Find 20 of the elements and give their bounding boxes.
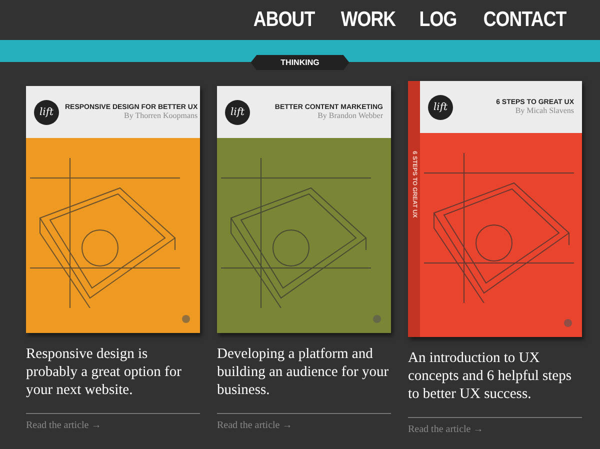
article-summary: Responsive design is probably a great option for your next website.	[26, 345, 182, 400]
logo: lift	[225, 100, 250, 124]
logo: lift	[34, 100, 59, 124]
read-article-link[interactable]: Read the article →	[217, 420, 391, 431]
nav-link[interactable]: WORK	[340, 8, 396, 32]
article-summary: Developing a platform and building an audience for your business.	[217, 345, 390, 400]
nav-link[interactable]: CONTACT	[484, 8, 567, 32]
section-tag: THINKING	[250, 55, 350, 70]
book-author: By Thorren Koopmans	[124, 111, 198, 120]
badge-icon	[564, 319, 572, 327]
nav-link[interactable]: ABOUT	[253, 8, 314, 32]
book-author: By Micah Slavens	[515, 106, 574, 115]
read-article-link[interactable]: Read the article →	[408, 424, 582, 435]
logo: lift	[428, 94, 453, 120]
read-article-link[interactable]: Read the article →	[26, 420, 200, 431]
book-author: By Brandon Webber	[318, 111, 383, 120]
nav-link[interactable]: LOG	[420, 8, 458, 32]
article-summary: An introduction to UX concepts and 6 helpful steps to better UX success.	[408, 349, 572, 404]
badge-icon	[373, 315, 381, 323]
badge-icon	[182, 315, 190, 323]
